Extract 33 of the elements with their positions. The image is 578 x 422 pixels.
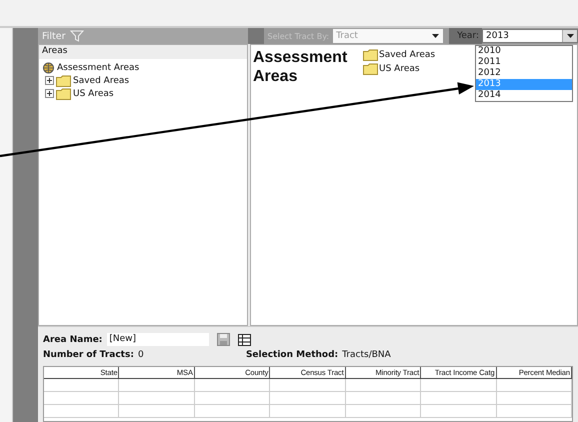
save-icon[interactable] (217, 333, 230, 346)
year-option[interactable]: 2012 (476, 68, 572, 79)
tree-item[interactable]: Saved Areas (39, 74, 247, 87)
tracts-value: 0 (138, 350, 145, 360)
year-dropdown[interactable]: 2013 (482, 29, 578, 43)
folder-item[interactable]: US Areas (363, 62, 436, 75)
globe-icon (42, 62, 55, 74)
area-name-field[interactable]: [New] (107, 333, 210, 346)
year-option[interactable]: 2014 (476, 90, 572, 101)
folder-item[interactable]: Saved Areas (363, 48, 436, 61)
method-value: Tracts/BNA (342, 350, 391, 360)
filter-title: Filter (42, 30, 66, 42)
tree-header: Areas (39, 45, 247, 59)
year-option[interactable]: 2010 (476, 46, 572, 57)
folder-icon (363, 62, 378, 74)
folder-icon (56, 88, 71, 100)
year-label: Year: (449, 28, 482, 44)
expander-icon[interactable] (45, 76, 54, 85)
tree-item[interactable]: Assessment Areas (39, 61, 247, 74)
expander-icon[interactable] (45, 89, 54, 98)
caret-icon (432, 34, 440, 38)
grid-icon[interactable] (238, 334, 252, 346)
area-name-label: Area Name: (43, 334, 102, 344)
tree-item[interactable]: US Areas (39, 87, 247, 100)
folder-icon (363, 48, 378, 60)
dropdown-button[interactable] (562, 30, 577, 42)
method-label: Selection Method: (246, 350, 338, 360)
year-option[interactable]: 2011 (476, 57, 572, 68)
content-title: Assessment Areas (253, 48, 348, 86)
toolbar-grip (248, 28, 264, 44)
folder-icon (56, 74, 71, 86)
tracts-label: Number of Tracts: (43, 350, 134, 360)
caret-icon (566, 34, 574, 38)
